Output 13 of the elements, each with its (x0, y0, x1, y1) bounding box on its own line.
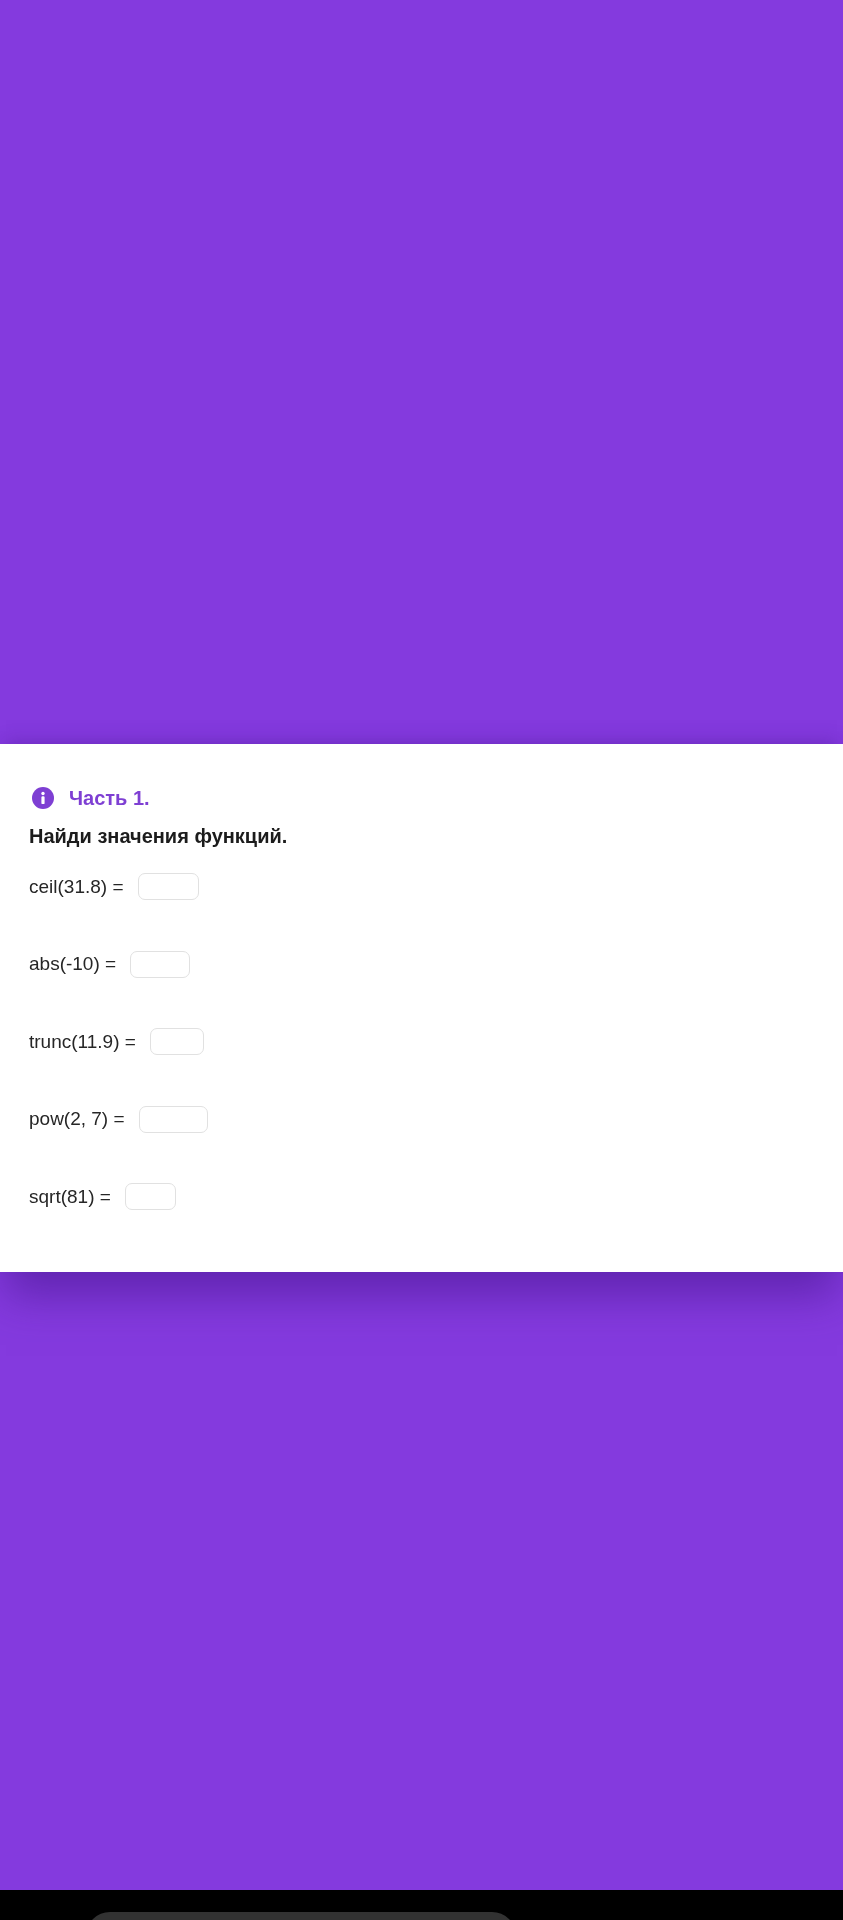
function-expression: pow(2, 7) = (29, 1107, 125, 1131)
answer-field[interactable] (137, 873, 199, 900)
answer-field[interactable] (138, 1105, 208, 1133)
instruction-text: Найди значения функций. (29, 824, 289, 848)
function-expression: trunc(11.9) = (29, 1029, 136, 1054)
answer-field[interactable] (130, 950, 191, 978)
function-expression: abs(-10) = (29, 952, 117, 976)
part-title: Часть 1. (69, 786, 150, 810)
info-icon (32, 787, 54, 809)
answer-field[interactable] (124, 1183, 176, 1210)
function-expression: ceil(31.8) = (29, 874, 124, 899)
answer-field[interactable] (149, 1028, 204, 1055)
function-expression: sqrt(81) = (29, 1184, 111, 1209)
